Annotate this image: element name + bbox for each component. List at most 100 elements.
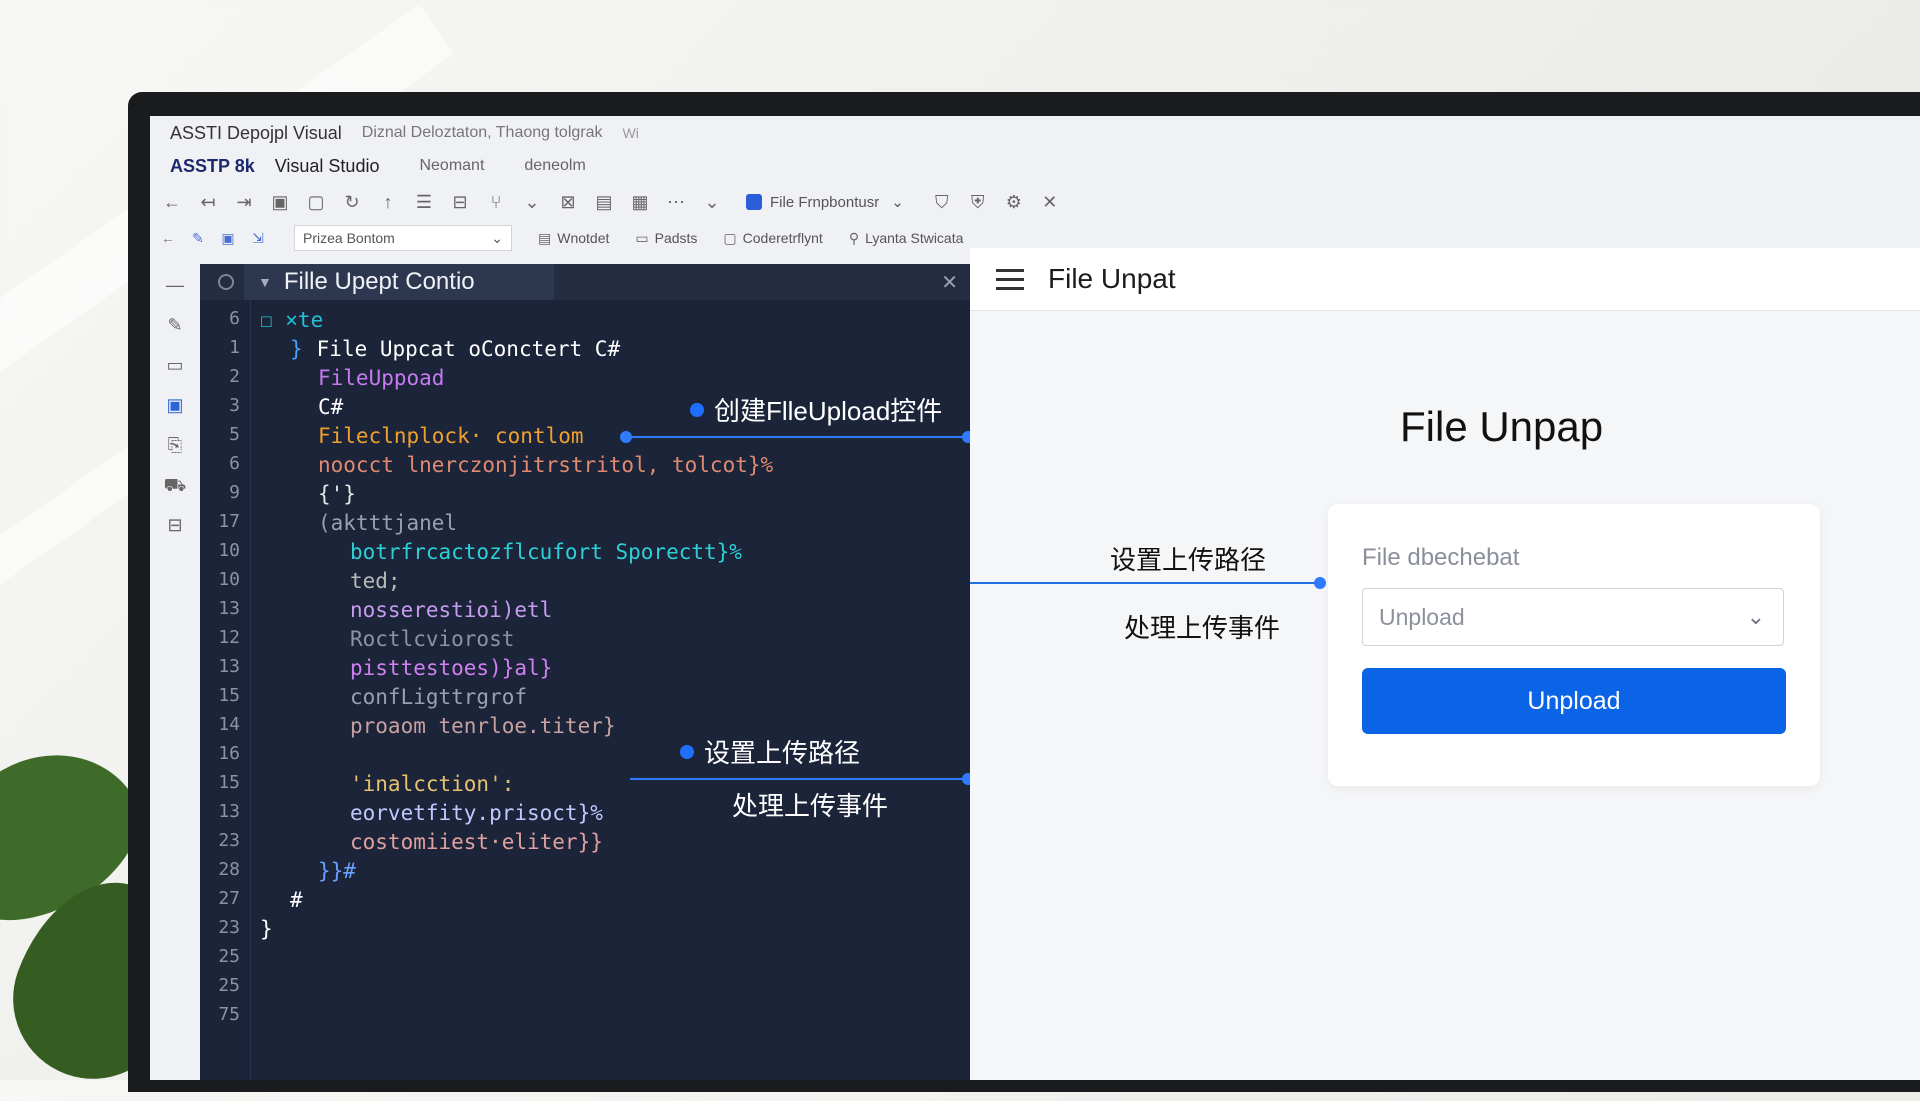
- code-token: FileUppoad: [318, 366, 445, 390]
- doc-icon: ▤: [538, 229, 552, 246]
- comment-icon[interactable]: ▭: [166, 355, 183, 381]
- upload-button-label: Unpload: [1527, 686, 1621, 715]
- code-token: C#: [318, 395, 344, 419]
- menu-item-neomant[interactable]: Neomant: [419, 157, 484, 175]
- format-icon[interactable]: ▣: [216, 230, 240, 247]
- pen-icon[interactable]: ✎: [167, 315, 182, 341]
- dropdown-icon[interactable]: ⌄: [698, 192, 726, 213]
- storage-icon[interactable]: ⊟: [167, 515, 182, 541]
- code-editor[interactable]: ▼ Fille Upept Contio ✕ 6 1 2 3 5 6 9 17 …: [200, 264, 974, 1080]
- save-icon[interactable]: ▣: [266, 192, 294, 213]
- tool-coderetrflynt[interactable]: ▢ Coderetrflynt: [723, 230, 822, 247]
- code-token: confLigttrgrof: [350, 685, 528, 709]
- line-number: 25: [218, 975, 240, 996]
- code-line: (aktttjanel: [318, 511, 457, 535]
- connector-node: [1314, 577, 1326, 589]
- tool-search[interactable]: ⚲ Lyanta Stwicata: [849, 230, 964, 247]
- dropdown-icon[interactable]: ⌄: [518, 192, 546, 213]
- toolbox-icon[interactable]: ▣: [166, 395, 183, 421]
- close-icon[interactable]: ✕: [1036, 192, 1064, 213]
- code-token: eorvetfity.prisoct}%: [350, 801, 603, 825]
- project-icon: [746, 194, 762, 210]
- code-line: }}#: [318, 859, 356, 883]
- undo-icon[interactable]: ⇥: [230, 192, 258, 213]
- code-token: proaom tenrloe.titer}: [350, 714, 616, 738]
- line-number: 6: [229, 453, 240, 474]
- indent-icon[interactable]: ⇲: [246, 230, 270, 247]
- annotation-label: 设置上传路径: [704, 738, 861, 768]
- split-icon[interactable]: ⊟: [446, 192, 474, 213]
- chevron-down-icon: ⌄: [891, 194, 904, 211]
- line-number: 3: [229, 395, 240, 416]
- page-icon: ▭: [635, 229, 649, 246]
- annotation-set-path: 设置上传路径: [680, 733, 860, 770]
- line-number: 23: [218, 917, 240, 938]
- close-icon[interactable]: ✕: [941, 270, 958, 295]
- startup-project-selector[interactable]: File Frnpbontusr ⌄: [746, 193, 904, 211]
- upload-button[interactable]: Unpload: [1362, 668, 1786, 734]
- annotation-create-control: 创建FlleUpload控件: [690, 391, 942, 428]
- line-number: 6: [229, 308, 240, 329]
- files-icon[interactable]: ⎘: [168, 435, 182, 461]
- line-number: 27: [218, 888, 240, 909]
- menu-item-deneolm[interactable]: deneolm: [524, 157, 585, 175]
- branch-icon[interactable]: ⑂: [482, 192, 510, 213]
- menu-app[interactable]: ASSTP 8k: [170, 156, 255, 177]
- pin-icon[interactable]: ↑: [374, 192, 402, 213]
- expand-icon[interactable]: ⊠: [554, 192, 582, 213]
- code-token: (aktttjanel: [318, 511, 458, 535]
- window-title-bar: ASSTI Depojpl Visual Diznal Deloztaton, …: [150, 116, 1920, 150]
- tool-label: Lyanta Stwicata: [865, 230, 964, 246]
- edit-icon[interactable]: ✎: [186, 230, 210, 247]
- line-number: 25: [218, 946, 240, 967]
- hamburger-menu-icon[interactable]: [996, 263, 1024, 296]
- forward-icon[interactable]: ↤: [194, 192, 222, 213]
- arrow-left-icon[interactable]: ←: [156, 230, 180, 246]
- code-line: #: [290, 888, 303, 912]
- package-icon[interactable]: ⛟: [164, 475, 187, 501]
- doc-icon[interactable]: ▤: [590, 192, 618, 213]
- select-value: Unpload: [1379, 603, 1465, 630]
- line-number: 13: [218, 801, 240, 822]
- connector-line: [626, 436, 966, 438]
- minus-icon[interactable]: —: [166, 275, 184, 301]
- grid-icon[interactable]: ▦: [626, 192, 654, 213]
- more-icon[interactable]: ⋯: [662, 192, 690, 213]
- code-line: confLigttrgrof: [350, 685, 527, 709]
- tool-label: Coderetrflynt: [742, 230, 823, 246]
- line-number: 2: [229, 366, 240, 387]
- code-line: proaom tenrloe.titer}: [350, 714, 616, 738]
- tool-wnotdet[interactable]: ▤ Wnotdet: [538, 230, 609, 247]
- editor-tab[interactable]: ▼ Fille Upept Contio: [244, 264, 554, 300]
- layout-icon[interactable]: ☰: [410, 192, 438, 213]
- annotation-label: 处理上传事件: [732, 791, 889, 821]
- upload-select[interactable]: Unpload ⌄: [1362, 588, 1784, 646]
- search-icon: ⚲: [848, 229, 860, 246]
- preview-header-title: File Unpat: [1048, 263, 1176, 294]
- code-line: noocct lnerczonjitrstritol, tolcot}%: [318, 453, 773, 477]
- startup-project-label: File Frnpbontusr: [770, 193, 880, 211]
- copy-icon[interactable]: ▢: [302, 192, 330, 213]
- screen: ASSTI Depojpl Visual Diznal Deloztaton, …: [150, 116, 1920, 1080]
- code-line: nosserestioi)etl: [350, 598, 552, 622]
- refresh-icon[interactable]: ↻: [338, 192, 366, 213]
- caret-down-icon: ▼: [258, 274, 272, 290]
- menu-item-visual-studio[interactable]: Visual Studio: [275, 156, 380, 177]
- web-preview: File Unpat File Unpap 设置上传路径 处理上传事件 File…: [970, 248, 1920, 1080]
- line-number: 12: [218, 627, 240, 648]
- settings-icon[interactable]: ⚙: [1000, 192, 1028, 213]
- tool-padsts[interactable]: ▭ Padsts: [635, 230, 697, 247]
- line-number: 14: [218, 714, 240, 735]
- tool-label: Wnotdet: [557, 230, 610, 246]
- code-line: ted;: [350, 569, 401, 593]
- shield-icon[interactable]: ⛨: [964, 192, 992, 213]
- lock-icon[interactable]: ⛉: [928, 192, 956, 213]
- line-number: 13: [218, 598, 240, 619]
- configuration-combo[interactable]: Prizea Bontom ⌄: [294, 225, 512, 251]
- line-number: 5: [229, 424, 240, 445]
- code-token: #: [290, 888, 303, 912]
- back-icon[interactable]: ←: [158, 192, 186, 213]
- line-number: 28: [218, 859, 240, 880]
- code-line: eorvetfity.prisoct}%: [350, 801, 603, 825]
- configuration-value: Prizea Bontom: [303, 230, 395, 246]
